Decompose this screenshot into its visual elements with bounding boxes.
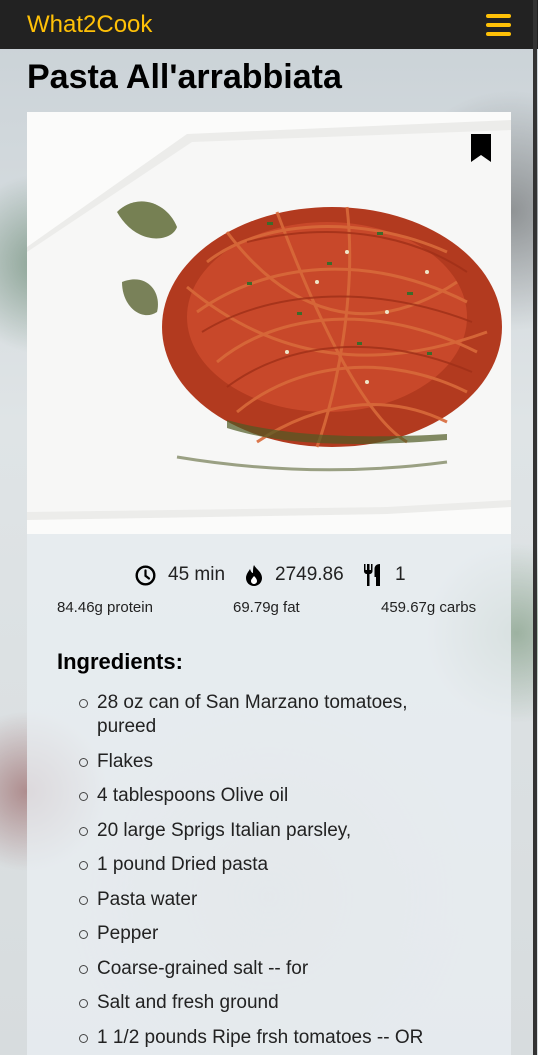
- hamburger-menu-icon[interactable]: [486, 13, 511, 36]
- ingredient-item: 28 oz can of San Marzano tomatoes, puree…: [57, 691, 467, 739]
- ingredient-item: 20 large Sprigs Italian parsley,: [57, 819, 467, 843]
- ingredient-item: Flakes: [57, 750, 467, 774]
- recipe-card: 45 min 2749.86 1 84.46g protein 69.79g f…: [27, 112, 511, 1055]
- flame-icon: [246, 564, 262, 586]
- ingredient-item: Coarse-grained salt -- for: [57, 957, 467, 981]
- bookmark-icon[interactable]: [471, 134, 491, 162]
- stat-servings: 1: [363, 564, 406, 586]
- recipe-photo: [27, 112, 511, 534]
- recipe-macros: 84.46g protein 69.79g fat 459.67g carbs: [27, 599, 511, 619]
- ingredient-item: Pepper: [57, 922, 467, 946]
- brand-logo-text[interactable]: What2Cook: [27, 11, 152, 39]
- navbar: What2Cook: [0, 0, 538, 49]
- ingredient-item: 1 pound Dried pasta: [57, 853, 467, 877]
- stat-time: 45 min: [135, 564, 225, 586]
- ingredient-item: 1 1/2 pounds Ripe frsh tomatoes -- OR: [57, 1026, 467, 1050]
- stat-calories: 2749.86: [245, 564, 344, 586]
- stat-time-value: 45 min: [168, 564, 226, 585]
- macro-protein: 84.46g protein: [57, 599, 153, 616]
- stat-calories-value: 2749.86: [275, 564, 344, 585]
- ingredients-list: 28 oz can of San Marzano tomatoes, puree…: [57, 691, 467, 1055]
- scrollbar[interactable]: [532, 0, 538, 1055]
- recipe-stats: 45 min 2749.86 1: [27, 564, 511, 594]
- recipe-title: Pasta All'arrabbiata: [27, 58, 342, 96]
- clock-icon: [135, 564, 156, 586]
- macro-carbs: 459.67g carbs: [381, 599, 477, 616]
- ingredient-item: Salt and fresh ground: [57, 991, 467, 1015]
- stat-servings-value: 1: [395, 564, 406, 585]
- scrollbar-thumb[interactable]: [533, 0, 537, 1055]
- ingredient-item: Pasta water: [57, 888, 467, 912]
- macro-fat: 69.79g fat: [233, 599, 300, 616]
- utensils-icon: [364, 564, 380, 586]
- ingredient-item: 4 tablespoons Olive oil: [57, 784, 467, 808]
- ingredients-heading: Ingredients:: [57, 649, 183, 674]
